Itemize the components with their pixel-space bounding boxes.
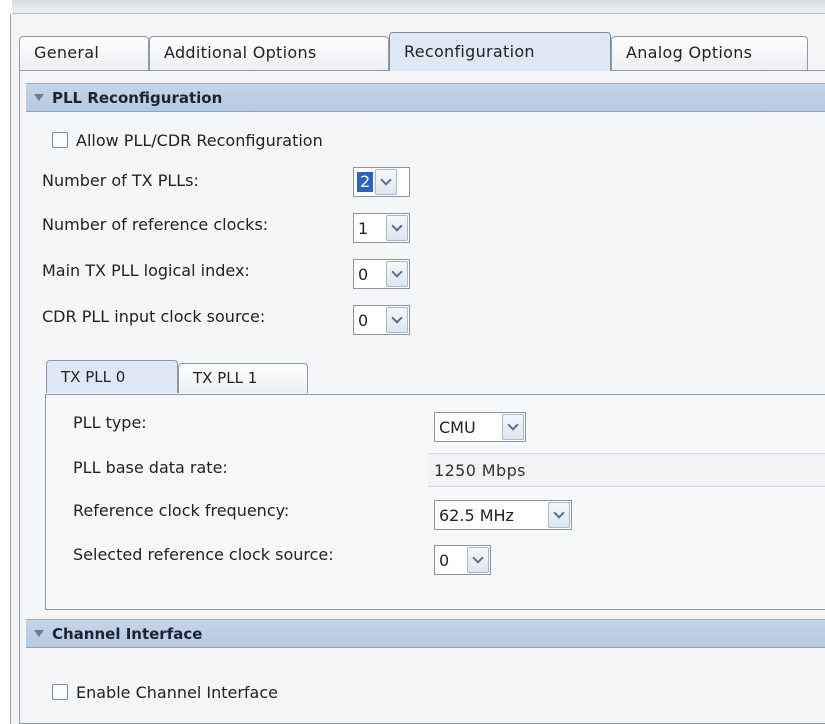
num-ref-clocks-label: Number of reference clocks: — [42, 215, 269, 234]
enable-channel-interface-label: Enable Channel Interface — [76, 682, 278, 702]
num-tx-plls-label: Number of TX PLLs: — [42, 171, 199, 190]
num-ref-clocks-value: 1 — [358, 218, 369, 238]
channel-interface-title: Channel Interface — [52, 625, 203, 643]
chevron-down-icon[interactable] — [386, 261, 408, 287]
tab-reconfiguration-label: Reconfiguration — [404, 42, 535, 61]
chevron-down-icon[interactable] — [386, 307, 408, 333]
tab-tx-pll-1[interactable]: TX PLL 1 — [178, 363, 308, 393]
enable-channel-interface-checkbox[interactable] — [52, 684, 68, 700]
chevron-down-icon[interactable] — [548, 502, 570, 528]
num-tx-plls-value: 2 — [357, 172, 374, 192]
tx-pll-0-panel: PLL type: CMU PLL base data rate: 1250 M… — [45, 394, 825, 610]
tab-tx-pll-0[interactable]: TX PLL 0 — [46, 360, 178, 393]
main-tx-pll-index-select[interactable]: 0 — [353, 259, 410, 289]
allow-pll-reconfig-label: Allow PLL/CDR Reconfiguration — [76, 130, 323, 150]
tab-tx-pll-0-label: TX PLL 0 — [61, 368, 126, 386]
channel-interface-header[interactable]: Channel Interface — [26, 619, 825, 648]
pll-type-value: CMU — [439, 417, 476, 437]
selected-ref-clock-label: Selected reference clock source: — [73, 545, 334, 564]
pll-type-label: PLL type: — [73, 413, 147, 432]
cdr-input-clock-value: 0 — [358, 310, 369, 330]
chevron-down-icon[interactable] — [502, 414, 524, 440]
main-tx-pll-index-value: 0 — [358, 264, 369, 284]
selected-ref-clock-value: 0 — [439, 550, 450, 570]
tab-additional-options[interactable]: Additional Options — [149, 36, 389, 70]
allow-pll-reconfig-checkbox[interactable] — [52, 132, 68, 148]
selected-ref-clock-select[interactable]: 0 — [434, 545, 491, 575]
window-top-strip — [0, 0, 825, 14]
pll-base-data-rate-value: 1250 Mbps — [428, 453, 825, 487]
tab-general[interactable]: General — [19, 36, 149, 70]
dialog-window: General Additional Options Reconfigurati… — [10, 14, 825, 724]
tab-reconfiguration[interactable]: Reconfiguration — [389, 32, 611, 71]
collapse-triangle-icon — [34, 94, 44, 101]
collapse-triangle-icon — [34, 630, 44, 637]
chevron-down-icon[interactable] — [375, 169, 398, 195]
chevron-down-icon[interactable] — [386, 215, 408, 241]
tab-additional-options-label: Additional Options — [164, 43, 317, 62]
tab-general-label: General — [34, 43, 100, 62]
allow-pll-reconfig-row[interactable]: Allow PLL/CDR Reconfiguration — [52, 129, 323, 151]
pll-reconfiguration-header[interactable]: PLL Reconfiguration — [26, 83, 825, 112]
ref-clock-freq-select[interactable]: 62.5 MHz — [434, 500, 572, 530]
pll-base-data-rate-label: PLL base data rate: — [73, 458, 228, 477]
main-tx-pll-index-label: Main TX PLL logical index: — [42, 261, 250, 280]
pll-type-select[interactable]: CMU — [434, 412, 526, 442]
tab-tx-pll-1-label: TX PLL 1 — [193, 369, 258, 387]
top-strip-edge — [0, 0, 12, 14]
tab-analog-options[interactable]: Analog Options — [611, 36, 808, 70]
pll-reconfiguration-title: PLL Reconfiguration — [52, 89, 223, 107]
main-tab-strip: General Additional Options Reconfigurati… — [19, 32, 825, 71]
ref-clock-freq-label: Reference clock frequency: — [73, 501, 290, 520]
cdr-input-clock-label: CDR PLL input clock source: — [42, 307, 266, 326]
tab-analog-options-label: Analog Options — [626, 43, 753, 62]
chevron-down-icon[interactable] — [467, 547, 489, 573]
num-tx-plls-select[interactable]: 2 — [353, 167, 410, 197]
enable-channel-interface-row[interactable]: Enable Channel Interface — [52, 681, 278, 703]
num-ref-clocks-select[interactable]: 1 — [353, 213, 410, 243]
cdr-input-clock-select[interactable]: 0 — [353, 305, 410, 335]
ref-clock-freq-value: 62.5 MHz — [439, 505, 514, 525]
